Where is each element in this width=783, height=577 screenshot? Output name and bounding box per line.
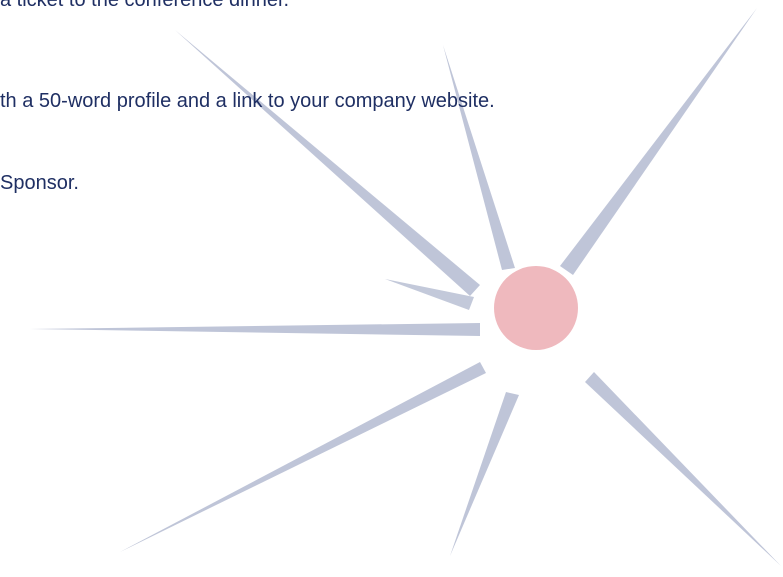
ray-left [30,323,480,336]
ray-upper-right [560,8,757,275]
ray-lower-left [120,362,486,552]
text-line-1: a ticket to the conference dinner. [0,0,290,11]
starburst-graphic [30,8,781,566]
ray-down [450,392,519,556]
text-line-3: Sponsor. [0,172,79,194]
text-line-2: th a 50-word profile and a link to your … [0,90,495,112]
ray-upper-left-long [175,30,480,296]
center-dot [494,266,578,350]
ray-lower-right [585,372,781,566]
ray-up [443,45,515,270]
document-page: a ticket to the conference dinner. th a … [0,0,783,577]
